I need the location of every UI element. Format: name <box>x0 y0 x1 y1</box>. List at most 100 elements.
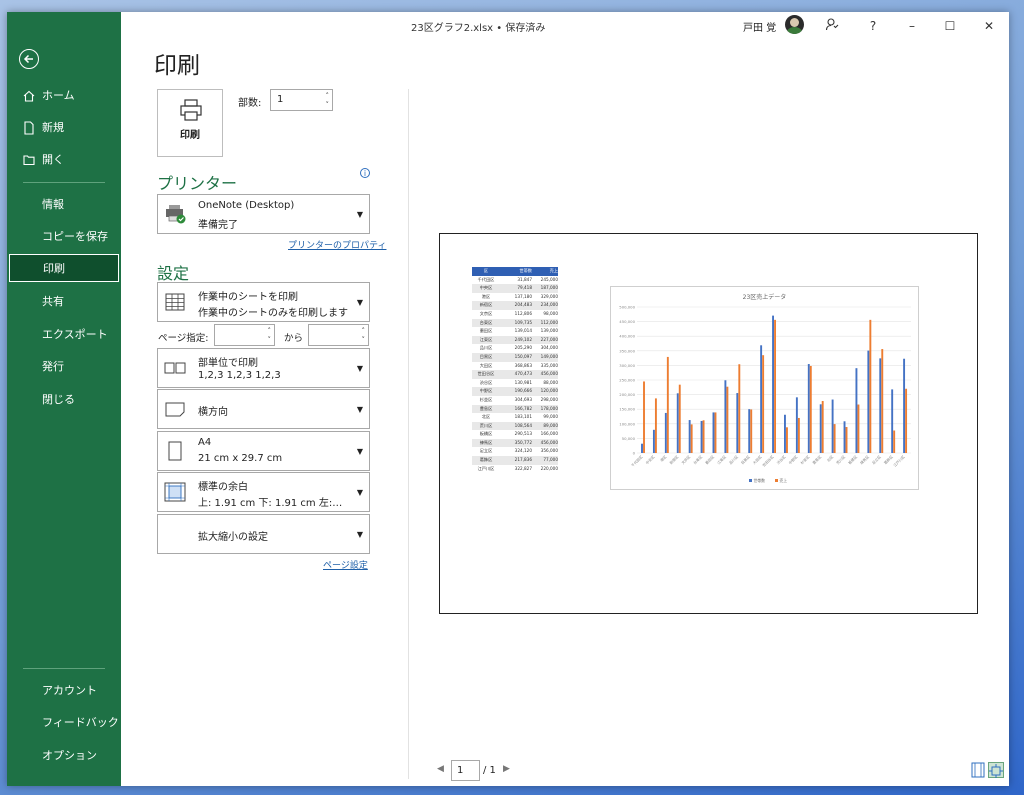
sidebar-item-options[interactable]: オプション <box>7 742 121 770</box>
table-cell: 88,000 <box>543 379 558 385</box>
pages-to-input[interactable]: ˄ ˅ <box>308 324 369 346</box>
table-cell: 298,000 <box>540 396 558 402</box>
table-row: 港区 137,180 329,000 <box>472 293 558 302</box>
table-cell: 329,000 <box>540 293 558 299</box>
chart-bar <box>891 389 894 453</box>
landscape-icon <box>165 402 185 417</box>
maximize-icon[interactable]: ☐ <box>941 17 959 35</box>
sidebar-item-publish[interactable]: 発行 <box>7 353 121 381</box>
table-cell: 190,666 <box>514 388 532 394</box>
copies-stepper[interactable]: 1 ˄ ˅ <box>270 89 333 111</box>
table-cell: 149,000 <box>540 353 558 359</box>
chevron-up-icon[interactable]: ˄ <box>326 92 330 100</box>
sidebar-item-new[interactable]: 新規 <box>7 114 121 142</box>
previous-page-icon[interactable]: ◀ <box>437 764 444 774</box>
table-cell: 99,000 <box>543 414 558 420</box>
chevron-up-icon[interactable]: ˄ <box>268 327 272 335</box>
table-header-cell: 売上 <box>549 268 558 273</box>
pages-from-input[interactable]: ˄ ˅ <box>214 324 275 346</box>
table-cell: 220,000 <box>540 465 558 471</box>
chart-bar <box>760 345 763 453</box>
chart-y-tick-label: 300,000 <box>619 363 635 368</box>
margins-select[interactable]: 標準の余白 上: 1.91 cm 下: 1.91 cm 左:… ▼ <box>157 472 370 512</box>
excel-window: ホーム 新規 開く 情報 コピーを保存 印刷 共有 エクスポート 発行 閉じる … <box>7 12 1009 786</box>
printer-status: 準備完了 <box>198 220 238 231</box>
page-setup-link[interactable]: ページ設定 <box>323 558 368 571</box>
sidebar-item-account[interactable]: アカウント <box>7 677 121 705</box>
chart-x-tick-label: 墨田区 <box>704 454 715 465</box>
sidebar-item-feedback[interactable]: フィードバック <box>7 709 121 737</box>
setting-subtitle: 上: 1.91 cm 下: 1.91 cm 左:… <box>198 498 343 509</box>
panel-divider <box>408 89 409 779</box>
print-button[interactable]: 印刷 <box>157 89 223 157</box>
chart-bar <box>738 364 741 453</box>
feedback-person-icon[interactable] <box>823 17 841 35</box>
orientation-select[interactable]: 横方向 ▼ <box>157 389 370 429</box>
help-icon[interactable]: ? <box>864 17 882 35</box>
user-name[interactable]: 戸田 覚 <box>743 19 776 34</box>
chevron-down-icon[interactable]: ˅ <box>326 101 330 109</box>
info-icon[interactable]: i <box>360 168 370 178</box>
sidebar-item-home[interactable]: ホーム <box>7 82 121 110</box>
minimize-icon[interactable]: – <box>903 17 921 35</box>
document-title: 23区グラフ2.xlsx • 保存済み <box>411 23 546 34</box>
collate-select[interactable]: 部単位で印刷 1,2,3 1,2,3 1,2,3 ▼ <box>157 348 370 388</box>
close-icon[interactable]: ✕ <box>980 17 998 35</box>
print-button-label: 印刷 <box>180 130 200 141</box>
scaling-select[interactable]: 拡大縮小の設定 ▼ <box>157 514 370 554</box>
sidebar-item-print[interactable]: 印刷 <box>9 254 119 282</box>
table-row: 千代田区 31,847 245,000 <box>472 276 558 285</box>
chart-bar <box>807 364 810 453</box>
print-what-select[interactable]: 作業中のシートを印刷 作業中のシートのみを印刷します ▼ <box>157 282 370 322</box>
table-cell: 港区 <box>481 293 491 299</box>
chart-x-tick-label: 中野区 <box>787 454 798 465</box>
chart-legend-swatch <box>775 479 778 482</box>
printer-properties-link[interactable]: プリンターのプロパティ <box>288 238 386 251</box>
chevron-down-icon[interactable]: ˅ <box>362 336 366 344</box>
avatar[interactable] <box>785 15 804 34</box>
table-cell: 187,000 <box>540 285 558 291</box>
table-cell: 204,483 <box>514 302 532 308</box>
sidebar-item-share[interactable]: 共有 <box>7 288 121 316</box>
table-row: 足立区 324,120 356,000 <box>472 447 558 456</box>
chart-y-tick-label: 200,000 <box>619 392 635 397</box>
table-cell: 杉並区 <box>479 396 493 402</box>
chevron-up-icon[interactable]: ˄ <box>362 327 366 335</box>
chart-x-tick-label: 板橋区 <box>847 454 858 465</box>
current-page-input[interactable]: 1 <box>451 760 480 781</box>
next-page-icon[interactable]: ▶ <box>503 764 510 774</box>
table-row: 北区 183,101 99,000 <box>472 413 558 422</box>
dropdown-arrow-icon: ▼ <box>356 488 363 497</box>
table-cell: 322,827 <box>514 465 532 471</box>
table-cell: 板橋区 <box>479 431 493 437</box>
setting-title: A4 <box>198 437 212 448</box>
sidebar-item-export[interactable]: エクスポート <box>7 321 121 349</box>
chart-x-tick-label: 豊島区 <box>811 454 822 465</box>
table-cell: 350,772 <box>514 439 532 445</box>
sidebar-item-close[interactable]: 閉じる <box>7 386 121 414</box>
sidebar-item-open[interactable]: 開く <box>7 146 121 174</box>
table-row: 江東区 249,102 227,000 <box>472 335 558 345</box>
back-arrow-icon[interactable] <box>19 49 39 69</box>
paper-size-icon <box>168 441 182 461</box>
chart-legend-label: 売上 <box>780 478 788 483</box>
table-cell: 89,000 <box>543 422 558 428</box>
printer-select[interactable]: OneNote (Desktop) 準備完了 ▼ <box>157 194 370 234</box>
table-cell: 137,180 <box>514 293 532 299</box>
chevron-down-icon[interactable]: ˅ <box>268 336 272 344</box>
table-cell: 墨田区 <box>479 328 493 334</box>
sidebar-item-save-copy[interactable]: コピーを保存 <box>7 223 121 251</box>
sidebar-item-info[interactable]: 情報 <box>7 191 121 219</box>
table-cell: 江東区 <box>479 336 493 342</box>
printer-icon <box>180 99 202 121</box>
chart-bar <box>903 358 906 453</box>
chart-bar <box>797 417 800 453</box>
zoom-to-page-icon[interactable] <box>988 762 1004 778</box>
printer-name: OneNote (Desktop) <box>198 200 295 211</box>
show-margins-icon[interactable] <box>970 762 986 778</box>
dropdown-arrow-icon: ▼ <box>356 298 363 307</box>
dropdown-arrow-icon: ▼ <box>356 405 363 414</box>
table-cell: 120,000 <box>540 388 558 394</box>
chart-y-tick-label: 250,000 <box>619 378 635 383</box>
paper-size-select[interactable]: A4 21 cm x 29.7 cm ▼ <box>157 431 370 471</box>
